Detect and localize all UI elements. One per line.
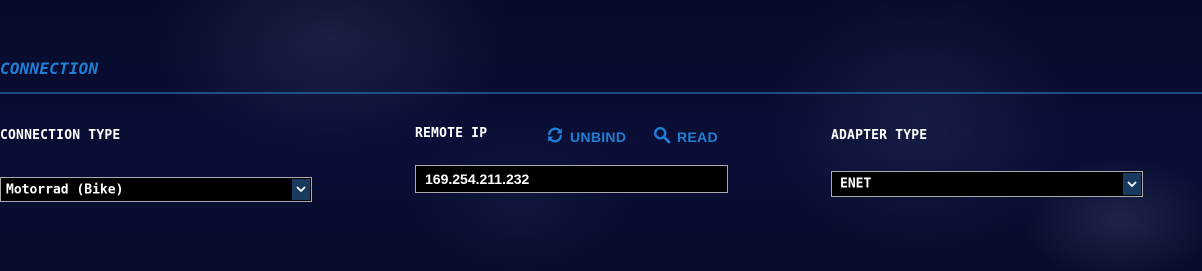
refresh-icon [546,126,564,148]
connection-type-label: CONNECTION TYPE [0,128,121,143]
adapter-type-label: ADAPTER TYPE [831,128,928,143]
read-label: READ [677,129,718,145]
section-title: CONNECTION [0,59,99,78]
connection-type-select[interactable]: Motorrad (Bike) [0,177,312,202]
unbind-label: UNBIND [570,129,627,145]
connection-panel: CONNECTION CONNECTION TYPE Motorrad (Bik… [0,0,1202,271]
adapter-type-select[interactable]: ENET [831,171,1143,197]
search-icon [653,126,671,148]
chevron-down-icon[interactable] [292,179,310,200]
read-button[interactable]: READ [653,126,718,148]
section-divider [0,92,1202,94]
remote-ip-label: REMOTE IP [415,126,488,141]
chevron-down-icon[interactable] [1123,173,1141,195]
connection-type-value: Motorrad (Bike) [6,182,124,197]
adapter-type-value: ENET [840,176,872,192]
unbind-button[interactable]: UNBIND [546,126,626,148]
remote-ip-input[interactable] [415,165,728,193]
